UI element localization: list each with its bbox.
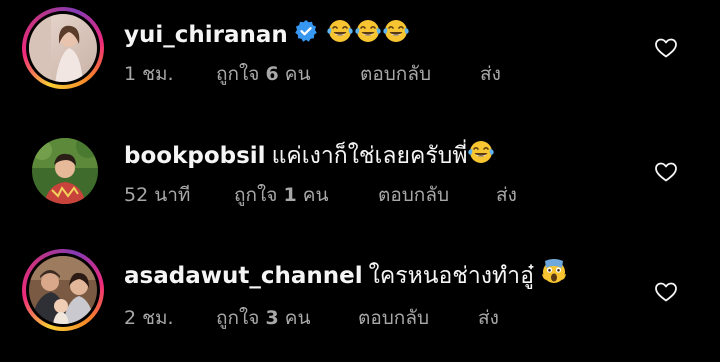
- comment-timestamp: 2 ชม.: [124, 307, 174, 329]
- username[interactable]: yui_chiranan: [124, 20, 288, 50]
- likes-count[interactable]: ถูกใจ 1 คน: [234, 183, 328, 207]
- likes-count[interactable]: ถูกใจ 6 คน: [216, 62, 310, 86]
- avatar-story-ring[interactable]: [22, 7, 104, 89]
- avatar[interactable]: [32, 138, 98, 204]
- face-with-tears-of-joy-icon: [382, 17, 410, 53]
- like-heart-icon[interactable]: [654, 280, 678, 304]
- reply-button[interactable]: ตอบกลับ: [358, 306, 429, 330]
- like-heart-icon[interactable]: [654, 36, 678, 60]
- comment-timestamp: 52 นาที: [124, 184, 191, 206]
- username[interactable]: bookpobsil: [124, 141, 266, 171]
- face-with-tears-of-joy-icon: [326, 17, 354, 53]
- avatar-story-ring[interactable]: [22, 249, 104, 331]
- comment-item: yui_chiranan 1 ชม. ถูกใจ 6 คน ตอบกลับ ส่…: [0, 0, 720, 120]
- send-button[interactable]: ส่ง: [478, 306, 499, 330]
- avatar: [29, 256, 97, 324]
- send-button[interactable]: ส่ง: [480, 62, 501, 86]
- reply-button[interactable]: ตอบกลับ: [360, 62, 431, 86]
- comment-item: asadawut_channel ใครหนอช่างทำอู๋ 2 ชม. ถ…: [0, 240, 720, 360]
- comment-item: bookpobsil แค่เงาก็ใช่เลยครับพี่ 52 นาที…: [0, 120, 720, 240]
- face-with-tears-of-joy-icon: [354, 17, 382, 53]
- username[interactable]: asadawut_channel: [124, 261, 363, 291]
- comment-text: แค่เงาก็ใช่เลยครับพี่: [271, 143, 468, 169]
- likes-count[interactable]: ถูกใจ 3 คน: [216, 306, 310, 330]
- face-with-tears-of-joy-icon: [467, 138, 495, 174]
- avatar: [29, 14, 97, 82]
- comment-text: ใครหนอช่างทำอู๋: [368, 263, 534, 289]
- verified-badge-icon: [294, 19, 318, 51]
- like-heart-icon[interactable]: [654, 160, 678, 184]
- comment-timestamp: 1 ชม.: [124, 63, 174, 85]
- reply-button[interactable]: ตอบกลับ: [378, 183, 449, 207]
- send-button[interactable]: ส่ง: [496, 183, 517, 207]
- face-screaming-in-fear-icon: [540, 258, 568, 294]
